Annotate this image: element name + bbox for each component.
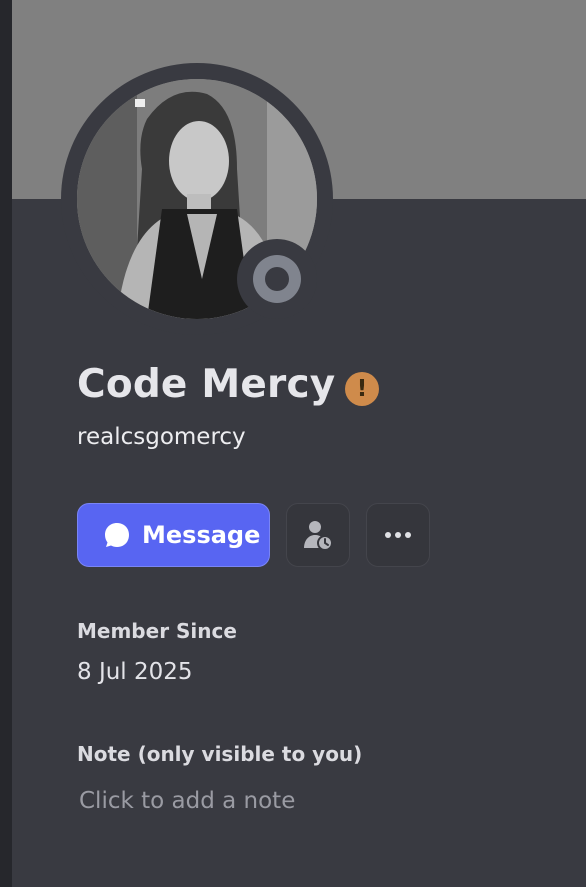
- warning-icon[interactable]: !: [345, 372, 379, 406]
- more-options-button[interactable]: [366, 503, 430, 567]
- panel-divider: [0, 0, 12, 887]
- user-profile-panel: Code Mercy ! realcsgomercy Message Membe…: [0, 0, 586, 887]
- more-dots-icon: [385, 532, 411, 538]
- note-input[interactable]: [77, 783, 539, 819]
- chat-bubble-icon: [102, 520, 132, 550]
- note-title: Note (only visible to you): [77, 742, 363, 766]
- member-since-title: Member Since: [77, 619, 237, 643]
- pending-friend-button[interactable]: [286, 503, 350, 567]
- message-button[interactable]: Message: [77, 503, 270, 567]
- username[interactable]: realcsgomercy: [77, 424, 246, 450]
- status-hole: [265, 267, 289, 291]
- message-button-label: Message: [142, 521, 261, 549]
- pending-friend-icon: [304, 521, 333, 551]
- member-since-date: 8 Jul 2025: [77, 659, 193, 685]
- display-name: Code Mercy: [77, 362, 336, 407]
